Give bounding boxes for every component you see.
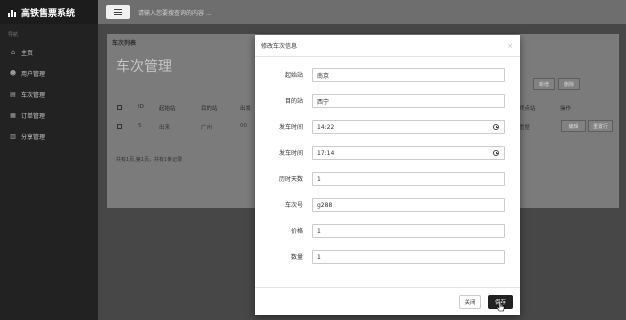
sidebar: 高铁售票系统 导航 ⌂ 主页 ☻ 用户管理 ▤ 车次管理 ▦ 订单管理 ▥ 分享… xyxy=(0,0,98,320)
sidebar-item-trains[interactable]: ▤ 车次管理 xyxy=(0,84,98,105)
search-input[interactable]: 请输入您要搜查询的内容 ... xyxy=(138,8,212,17)
arrive-time-input[interactable]: 17:14 xyxy=(312,146,505,160)
order-icon: ▦ xyxy=(10,112,16,119)
delete-button[interactable]: 删除 xyxy=(558,78,580,90)
form-row-train-number: 车次号 g288 xyxy=(255,198,520,212)
chart-logo-icon xyxy=(8,8,18,17)
sidebar-item-label: 用户管理 xyxy=(21,71,46,78)
close-button[interactable]: 关闭 xyxy=(459,295,481,309)
form-row-dest-station: 目的站 西宁 xyxy=(255,94,520,108)
table-header-actions: 操作 xyxy=(560,106,572,112)
field-label: 数量 xyxy=(290,254,303,261)
modal-title: 修改车次信息 xyxy=(261,43,298,50)
clock-icon[interactable] xyxy=(493,124,499,130)
modal-header: 修改车次信息 × xyxy=(255,35,520,57)
table-header-depart: 出发 xyxy=(240,106,252,112)
train-icon: ▤ xyxy=(10,91,16,98)
depart-time-input[interactable]: 14:22 xyxy=(312,120,505,134)
add-button[interactable]: 新增 xyxy=(533,78,555,90)
form-row-duration-days: 历时天数 1 xyxy=(255,172,520,186)
field-label: 发车时间 xyxy=(278,150,303,157)
field-label: 起始站 xyxy=(284,72,303,79)
form-row-quantity: 数量 1 xyxy=(255,250,520,264)
breadcrumb: 车次列表 xyxy=(112,40,137,47)
sidebar-item-users[interactable]: ☻ 用户管理 xyxy=(0,63,98,84)
table-cell-dest: 广州 xyxy=(201,125,213,131)
topbar: 请输入您要搜查询的内容 ... xyxy=(98,0,626,24)
row-reset-button[interactable]: 重置行 xyxy=(588,120,613,132)
table-header-id: ID xyxy=(138,104,144,110)
select-all-checkbox[interactable] xyxy=(117,105,122,110)
sidebar-item-orders[interactable]: ▦ 订单管理 xyxy=(0,105,98,126)
field-label: 车次号 xyxy=(284,202,303,209)
clock-icon[interactable] xyxy=(493,150,499,156)
sidebar-item-shares[interactable]: ▥ 分享管理 xyxy=(0,126,98,147)
row-checkbox[interactable] xyxy=(117,124,122,129)
field-label: 历时天数 xyxy=(278,176,303,183)
sidebar-item-label: 车次管理 xyxy=(21,92,46,99)
table-cell-id: 5 xyxy=(138,123,142,129)
sidebar-item-label: 主页 xyxy=(21,50,34,57)
train-number-input[interactable]: g288 xyxy=(312,198,505,212)
table-cell-depart: 00 xyxy=(240,123,247,129)
table-header-start: 起始站 xyxy=(159,106,176,112)
form-row-depart-time: 发车时间 14:22 xyxy=(255,120,520,134)
pager-text: 共有1页,第1页，共有1条记录 xyxy=(116,157,183,163)
page-title: 车次管理 xyxy=(116,59,172,75)
table-header-terminal: 终点站 xyxy=(519,106,536,112)
table-cell-terminal: 重整 xyxy=(519,125,531,131)
table-cell-start: 出来 xyxy=(159,125,171,131)
field-label: 目的站 xyxy=(284,98,303,105)
sidebar-item-label: 分享管理 xyxy=(21,134,46,141)
duration-days-input[interactable]: 1 xyxy=(312,172,505,186)
sidebar-item-home[interactable]: ⌂ 主页 xyxy=(0,42,98,63)
app-title: 高铁售票系统 xyxy=(21,8,76,19)
modal-footer: 关闭 保存 xyxy=(255,287,520,315)
form-row-start-station: 起始站 南京 xyxy=(255,68,520,82)
hamburger-icon xyxy=(114,9,122,10)
price-input[interactable]: 1 xyxy=(312,224,505,238)
arrive-time-value: 17:14 xyxy=(317,149,335,157)
field-label: 价格 xyxy=(290,228,303,235)
row-edit-button[interactable]: 编辑 xyxy=(561,120,586,132)
depart-time-value: 14:22 xyxy=(317,123,335,131)
share-icon: ▥ xyxy=(10,133,16,140)
field-label: 发车时间 xyxy=(278,124,303,131)
table-header-dest: 目的站 xyxy=(201,106,218,112)
sidebar-item-label: 订单管理 xyxy=(21,113,46,120)
dest-station-input[interactable]: 西宁 xyxy=(312,94,505,108)
users-icon: ☻ xyxy=(9,70,17,77)
close-icon[interactable]: × xyxy=(507,42,513,50)
home-icon: ⌂ xyxy=(11,49,15,56)
form-row-price: 价格 1 xyxy=(255,224,520,238)
edit-train-modal: 修改车次信息 × 起始站 南京 目的站 西宁 发车时间 14:22 发车时间 1… xyxy=(255,35,520,315)
mouse-pointer-icon xyxy=(496,300,505,312)
form-row-arrive-time: 发车时间 17:14 xyxy=(255,146,520,160)
sidebar-section-label: 导航 xyxy=(8,32,19,38)
menu-toggle-button[interactable] xyxy=(106,5,130,19)
start-station-input[interactable]: 南京 xyxy=(312,68,505,82)
quantity-input[interactable]: 1 xyxy=(312,250,505,264)
app-brand[interactable]: 高铁售票系统 xyxy=(0,0,98,24)
